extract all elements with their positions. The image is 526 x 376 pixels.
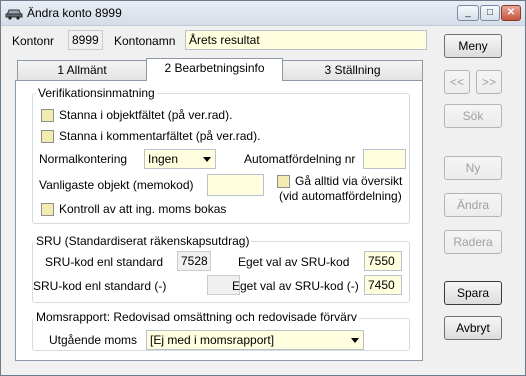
utgaende-moms-label: Utgående moms [49,333,138,347]
window-title: Ändra konto 8999 [27,6,122,20]
normalkontering-select[interactable]: Ingen [144,149,216,169]
title-bar[interactable]: Ändra konto 8999 _ □ ✕ [1,1,525,26]
tab-stallning[interactable]: 3 Ställning [282,60,423,80]
vanligaste-objekt-field[interactable] [207,174,264,196]
sru-eget-label: Eget val av SRU-kod [238,255,350,269]
sok-button[interactable]: Sök [444,104,502,128]
kontonamn-field[interactable]: Årets resultat [185,30,427,50]
sru-eget-neg-label: Eget val av SRU-kod (-) [232,279,359,293]
chevron-down-icon [351,338,359,343]
sru-eget-neg-field[interactable]: 7450 [364,275,402,295]
ny-button[interactable]: Ny [444,156,502,180]
kontonamn-label: Kontonamn [114,34,176,48]
ga-alltid-sublabel: (vid automatfördelning) [279,189,402,203]
normalkontering-value: Ingen [148,152,179,166]
tab-bearbetningsinfo[interactable]: 2 Bearbetningsinfo [146,58,283,81]
car-icon [5,9,23,20]
ga-alltid-checkbox[interactable] [277,175,290,188]
close-icon: ✕ [506,7,516,18]
stanna-kommentar-label: Stanna i kommentarfältet (på ver.rad). [59,129,261,143]
next-button[interactable]: >> [476,70,502,94]
utgaende-moms-select[interactable]: [Ej med i momsrapport] [146,330,364,350]
kontonr-field: 8999 [68,30,103,50]
maximize-button[interactable]: □ [480,5,500,21]
previous-button[interactable]: << [444,70,470,94]
dialog-window: Ändra konto 8999 _ □ ✕ Kontonr 8999 Kont… [0,0,526,376]
sru-standard-neg-label: SRU-kod enl standard (-) [33,279,167,293]
minimize-icon: _ [465,7,471,18]
tab-allmant[interactable]: 1 Allmänt [17,60,147,80]
close-button[interactable]: ✕ [501,5,521,21]
radera-button[interactable]: Radera [444,230,502,254]
stanna-kommentar-checkbox[interactable] [41,130,54,143]
tab-panel-bearbetningsinfo: Verifikationsinmatning Stanna i objektfä… [15,80,423,361]
utgaende-moms-value: [Ej med i momsrapport] [150,333,275,347]
minimize-button[interactable]: _ [457,5,479,21]
verifikation-group-title: Verifikationsinmatning [36,86,157,100]
chevron-down-icon [203,157,211,162]
andra-button[interactable]: Ändra [444,193,502,217]
automatfordelning-field[interactable] [363,149,406,169]
stanna-objekt-checkbox[interactable] [41,109,54,122]
automatfordelning-label: Automatfördelning nr [244,152,356,166]
sru-eget-field[interactable]: 7550 [364,251,402,271]
sru-group-title: SRU (Standardiserat räkenskapsutdrag) [34,234,252,248]
meny-button[interactable]: Meny [444,34,502,58]
sru-standard-field: 7528 [177,251,211,271]
stanna-objekt-label: Stanna i objektfältet (på ver.rad). [59,108,233,122]
maximize-icon: □ [486,7,494,18]
avbryt-button[interactable]: Avbryt [444,316,502,340]
kontroll-moms-label: Kontroll av att ing. moms bokas [59,202,227,216]
ga-alltid-label: Gå alltid via översikt [295,174,403,188]
sru-standard-label: SRU-kod enl standard [45,255,164,269]
moms-group-title: Momsrapport: Redovisad omsättning och re… [34,310,359,324]
kontroll-moms-checkbox[interactable] [41,203,54,216]
vanligaste-objekt-label: Vanligaste objekt (memokod) [39,178,194,192]
normalkontering-label: Normalkontering [39,152,128,166]
kontonr-label: Kontonr [12,34,55,48]
spara-button[interactable]: Spara [444,281,502,305]
